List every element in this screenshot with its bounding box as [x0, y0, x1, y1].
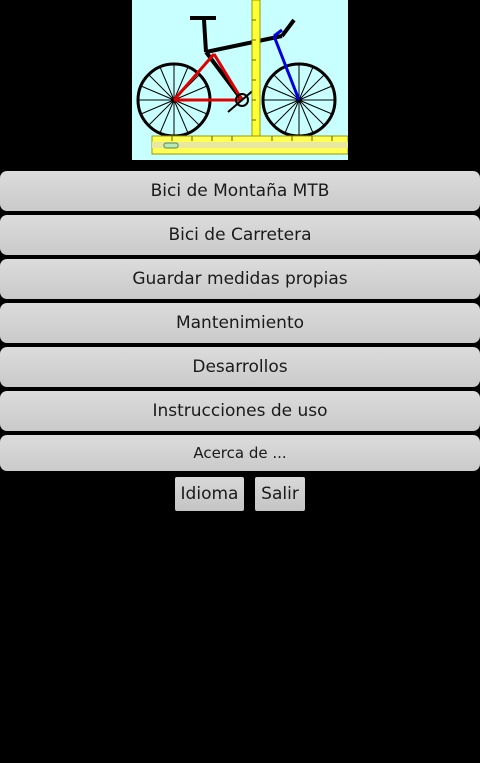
vertical-ruler-icon	[251, 0, 261, 141]
exit-button[interactable]: Salir	[255, 477, 305, 511]
mtb-bike-button[interactable]: Bici de Montaña MTB	[0, 171, 480, 211]
horizontal-ruler-icon	[151, 135, 348, 155]
main-menu-screen: Bici de Montaña MTB Bici de Carretera Gu…	[0, 0, 480, 763]
instructions-button[interactable]: Instrucciones de uso	[0, 391, 480, 431]
save-measurements-button[interactable]: Guardar medidas propias	[0, 259, 480, 299]
bicycle-measurement-icon	[132, 0, 348, 160]
language-button[interactable]: Idioma	[175, 477, 244, 511]
gear-ratios-button[interactable]: Desarrollos	[0, 347, 480, 387]
about-button[interactable]: Acerca de ...	[0, 435, 480, 471]
maintenance-button[interactable]: Mantenimiento	[0, 303, 480, 343]
road-bike-button[interactable]: Bici de Carretera	[0, 215, 480, 255]
